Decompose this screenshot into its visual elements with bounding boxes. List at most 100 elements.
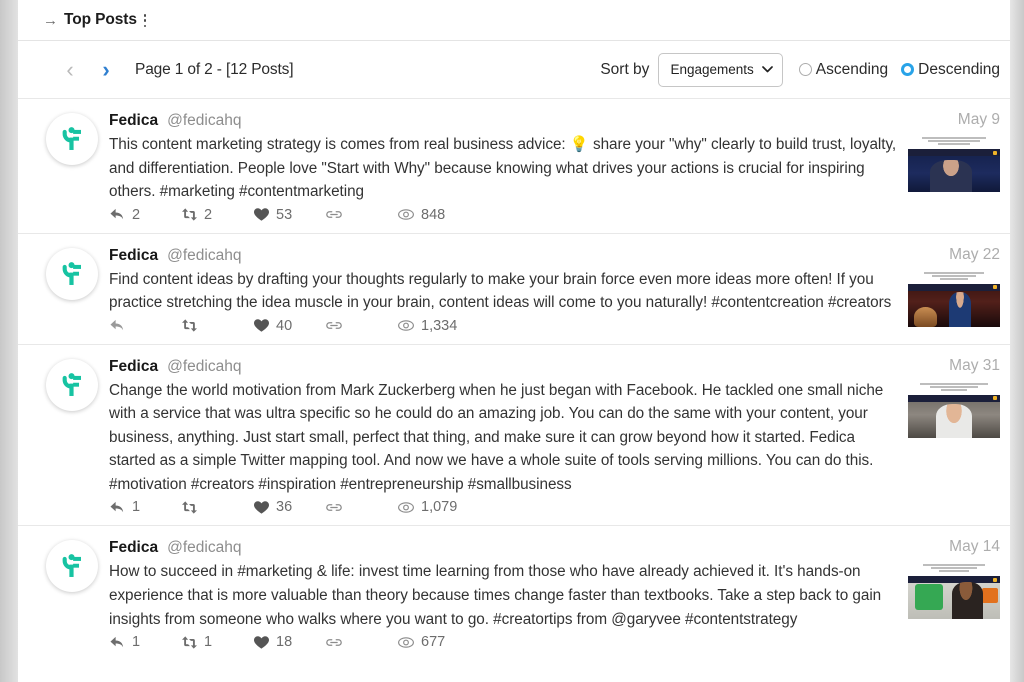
thumbnail-image: [908, 149, 1000, 192]
sort-field-value: Engagements: [670, 62, 754, 77]
post-metrics: 1 36 1,079: [109, 499, 900, 515]
author-handle[interactable]: @fedicahq: [167, 112, 241, 130]
link-icon: [326, 322, 342, 330]
metric-replies-value: 2: [132, 206, 141, 223]
post-body: Fedica @fedicahq This content marketing …: [109, 111, 900, 223]
metric-retweets[interactable]: [181, 318, 253, 333]
metric-likes[interactable]: 18: [253, 634, 325, 650]
reply-icon: [110, 501, 124, 513]
metric-retweets[interactable]: 1: [181, 634, 253, 650]
post-item[interactable]: Fedica @fedicahq This content marketing …: [18, 99, 1010, 234]
thumbnail-caption: [908, 271, 1000, 284]
metric-links[interactable]: [325, 500, 397, 515]
metric-views[interactable]: 1,079: [397, 499, 469, 515]
chevron-down-icon: [761, 64, 773, 76]
post-thumbnail[interactable]: [908, 381, 1000, 438]
post-date: May 22: [949, 245, 1000, 263]
radio-ascending-label: Ascending: [815, 60, 889, 78]
fedica-logo-icon: [62, 554, 81, 578]
post-date: May 9: [957, 111, 1000, 128]
link-icon: [326, 504, 342, 511]
avatar[interactable]: [46, 358, 98, 411]
sort-controls: Sort by Engagements Ascending Descending: [600, 52, 1000, 87]
author-name[interactable]: Fedica: [109, 247, 158, 265]
kebab-menu-icon[interactable]: [143, 13, 147, 27]
avatar[interactable]: [46, 113, 98, 165]
post-body: Fedica @fedicahq Change the world motiva…: [109, 357, 900, 516]
radio-descending-label: Descending: [918, 60, 1000, 78]
metric-replies-value: 1: [132, 499, 141, 516]
metric-links[interactable]: [325, 635, 397, 650]
post-author-row: Fedica @fedicahq: [109, 247, 900, 265]
thumbnail-caption: [908, 382, 1000, 395]
author-handle[interactable]: @fedicahq: [167, 539, 241, 557]
post-metrics: 40 1,334: [109, 318, 900, 334]
post-text: How to succeed in #marketing & life: inv…: [109, 563, 882, 628]
sort-order-radio-group: Ascending Descending: [798, 60, 1000, 79]
retweet-icon: [182, 501, 197, 514]
post-body: Fedica @fedicahq Find content ideas by d…: [109, 246, 900, 334]
thumbnail-caption: [908, 137, 1000, 149]
avatar[interactable]: [46, 247, 98, 300]
metric-likes[interactable]: 53: [253, 207, 325, 223]
author-name[interactable]: Fedica: [109, 358, 158, 376]
fedica-logo-icon: [62, 127, 81, 150]
link-icon: [326, 638, 342, 646]
metric-replies[interactable]: [109, 318, 181, 333]
metric-views[interactable]: 1,334: [397, 318, 469, 334]
next-page-button[interactable]: ›: [94, 58, 118, 81]
post-author-row: Fedica @fedicahq: [109, 112, 900, 130]
metric-retweets[interactable]: [181, 500, 253, 515]
metric-likes[interactable]: 36: [253, 499, 325, 515]
heart-icon: [254, 319, 269, 332]
post-item[interactable]: Fedica @fedicahq Change the world motiva…: [18, 345, 1010, 527]
post-aside: May 31: [900, 357, 1004, 516]
metric-views-value: 1,334: [421, 317, 458, 334]
post-text: This content marketing strategy is comes…: [109, 136, 897, 201]
sort-field-select[interactable]: Engagements: [658, 52, 783, 87]
radio-descending[interactable]: Descending: [901, 61, 1000, 79]
reply-icon: [110, 209, 124, 220]
author-handle[interactable]: @fedicahq: [167, 358, 241, 376]
avatar[interactable]: [46, 540, 98, 593]
top-posts-panel: → Top Posts ‹ › Page 1 of 2 - [12 Posts]…: [18, 0, 1010, 682]
heart-icon: [254, 635, 269, 649]
fedica-logo-icon: [62, 372, 81, 396]
left-gutter: [0, 0, 18, 682]
metric-links[interactable]: [325, 207, 397, 222]
radio-ascending-mark: [798, 63, 812, 76]
right-gutter: [1010, 0, 1024, 682]
thumbnail-image: [908, 283, 1000, 327]
metric-replies[interactable]: 1: [109, 499, 181, 515]
metric-links[interactable]: [325, 318, 397, 333]
metric-views[interactable]: 677: [397, 634, 469, 650]
metric-views[interactable]: 848: [397, 207, 469, 223]
post-item[interactable]: Fedica @fedicahq How to succeed in #mark…: [18, 526, 1010, 660]
post-text: Find content ideas by drafting your thou…: [109, 270, 892, 312]
heart-icon: [254, 208, 269, 221]
radio-descending-mark: [901, 63, 915, 76]
previous-page-button[interactable]: ‹: [58, 58, 82, 81]
metric-replies-value: 1: [132, 634, 141, 651]
right-arrow-icon: →: [43, 11, 58, 29]
metric-replies[interactable]: 2: [109, 207, 181, 223]
metric-likes-value: 18: [276, 634, 293, 651]
author-name[interactable]: Fedica: [109, 112, 158, 130]
post-author-row: Fedica @fedicahq: [109, 539, 900, 557]
screenshot-root: → Top Posts ‹ › Page 1 of 2 - [12 Posts]…: [0, 0, 1024, 682]
metric-likes[interactable]: 40: [253, 318, 325, 334]
radio-ascending[interactable]: Ascending: [798, 60, 889, 79]
metric-retweets[interactable]: 2: [181, 207, 253, 223]
author-handle[interactable]: @fedicahq: [167, 247, 241, 265]
sort-by-label: Sort by: [600, 60, 650, 78]
post-thumbnail[interactable]: [908, 270, 1000, 327]
post-item[interactable]: Fedica @fedicahq Find content ideas by d…: [18, 234, 1010, 345]
eye-icon: [398, 636, 414, 648]
author-name[interactable]: Fedica: [109, 539, 158, 557]
metric-replies[interactable]: 1: [109, 634, 181, 650]
metric-views-value: 677: [421, 634, 446, 651]
post-thumbnail[interactable]: [908, 563, 1000, 620]
post-thumbnail[interactable]: [908, 136, 1000, 192]
reply-icon: [110, 320, 124, 331]
post-body: Fedica @fedicahq How to succeed in #mark…: [109, 538, 900, 650]
